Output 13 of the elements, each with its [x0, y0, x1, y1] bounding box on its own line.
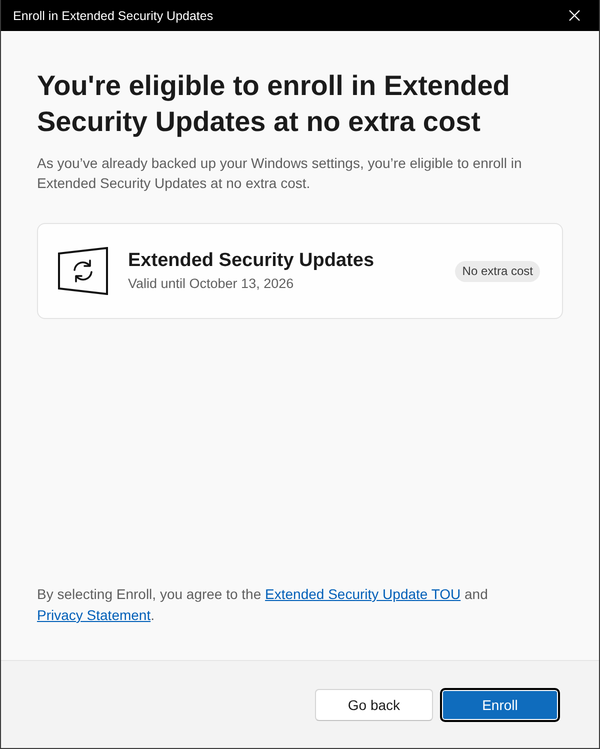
dialog-heading: You're eligible to enroll in Extended Security Updates at no extra cost — [37, 69, 511, 139]
pane-sync-icon — [58, 247, 108, 295]
card-subtitle: Valid until October 13, 2026 — [128, 275, 295, 293]
agreement-text: By selecting Enroll, you agree to the Extended Security Update TOU and Privacy Statement. — [37, 585, 489, 625]
back-button[interactable]: Go back — [315, 688, 433, 720]
status-badge: No extra cost — [455, 260, 540, 282]
description-text: As you’ve already backed up your Windows settings, you’re eligible to enroll in Extended Security Updates at no extra cost. — [37, 154, 523, 193]
window-title: Enroll in Extended Security Updates — [13, 8, 214, 22]
close-icon[interactable] — [569, 10, 580, 21]
text-link[interactable]: Extended Security Update TOU — [265, 586, 461, 602]
enroll-button[interactable]: Enroll — [440, 688, 560, 722]
card-title: Extended Security Updates — [128, 249, 374, 273]
text-link[interactable]: Privacy Statement — [37, 607, 151, 623]
